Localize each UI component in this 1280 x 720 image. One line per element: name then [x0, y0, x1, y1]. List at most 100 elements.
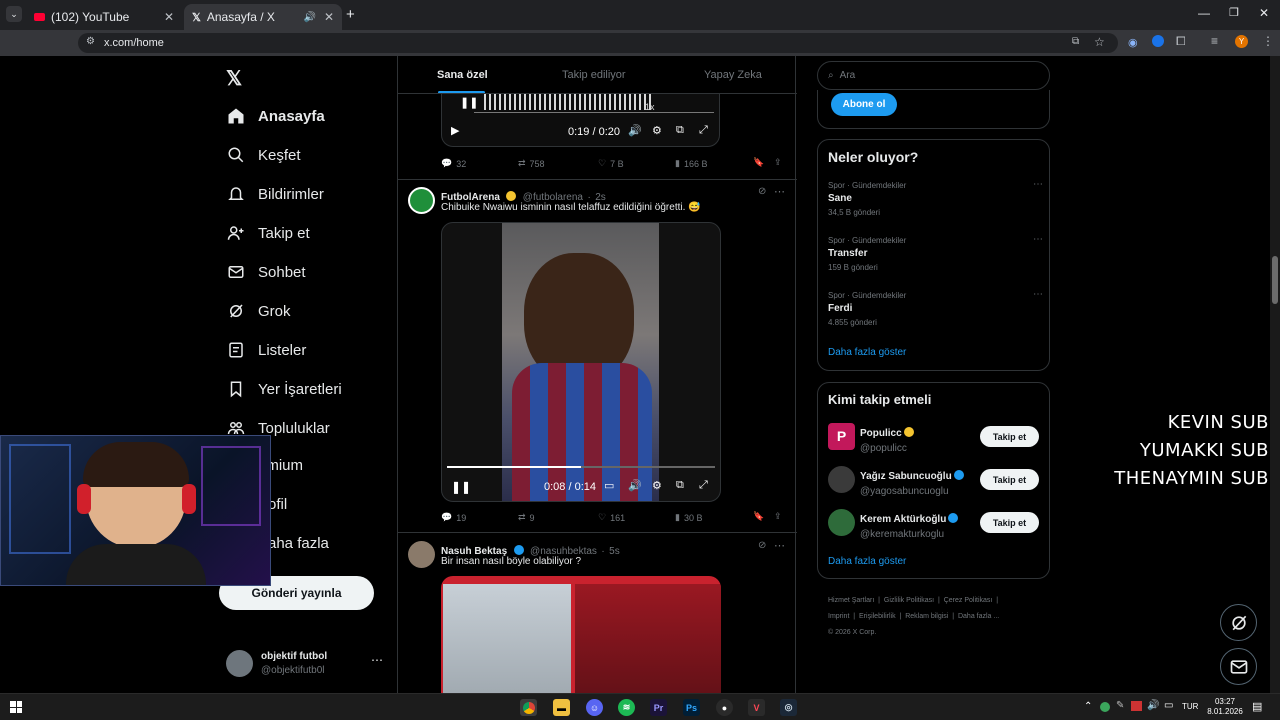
scrollbar-thumb[interactable]	[1272, 256, 1278, 304]
photoshop-icon[interactable]: Ps	[683, 699, 700, 716]
footer-link[interactable]: Daha fazla ...	[958, 613, 999, 620]
valorant-icon[interactable]: V	[748, 699, 765, 716]
audio-player[interactable]: ❚❚ 1x ▶ 0:19 / 0:20 🔊 ⚙ ⧉ ⤢	[441, 94, 720, 147]
media-icon[interactable]: ≡	[1211, 34, 1218, 48]
discord-icon[interactable]: ☺	[586, 699, 603, 716]
extensions-puzzle-icon[interactable]: ⧠	[1176, 34, 1186, 49]
grok-icon[interactable]: ⊘	[758, 186, 766, 197]
minimize-button[interactable]: —	[1198, 6, 1210, 20]
footer-link[interactable]: Imprint	[828, 613, 849, 620]
chrome-icon[interactable]	[520, 699, 537, 716]
volume-icon[interactable]: 🔊	[628, 124, 642, 137]
steam-icon[interactable]: ◎	[780, 699, 797, 716]
nav-follow[interactable]: Takip et	[226, 223, 310, 243]
repost-button[interactable]: ⇄ 758	[518, 158, 545, 169]
tab-search-button[interactable]: ⌄	[6, 6, 22, 22]
share-icon[interactable]: ⇪	[774, 511, 782, 522]
speaker-icon[interactable]: 🔊	[1147, 700, 1159, 711]
share-icon[interactable]: ⇪	[774, 157, 782, 168]
footer-link[interactable]: Erişilebilirlik	[859, 613, 896, 620]
window-close-button[interactable]: ✕	[1259, 6, 1269, 20]
fullscreen-icon[interactable]: ⤢	[699, 124, 708, 137]
trend-item[interactable]: Spor · Gündemdekiler Ferdi 4.855 gönderi…	[828, 289, 1043, 336]
site-info-icon[interactable]: ⚙	[86, 36, 95, 47]
more-dots-icon[interactable]: ⋯	[1033, 179, 1043, 190]
more-dots-icon[interactable]: ⋯	[371, 653, 383, 667]
grok-icon[interactable]: ⊘	[758, 540, 766, 551]
more-dots-icon[interactable]: ⋯	[774, 185, 785, 198]
post-image[interactable]	[441, 576, 721, 693]
avatar[interactable]	[408, 187, 435, 214]
repost-button[interactable]: ⇄ 9	[518, 512, 535, 523]
like-button[interactable]: ♡ 161	[598, 512, 625, 523]
nav-explore[interactable]: Keşfet	[226, 145, 301, 165]
clock[interactable]: 03:27 8.01.2026	[1205, 697, 1245, 717]
notifications-icon[interactable]: ▤	[1252, 700, 1262, 713]
video-progress-track[interactable]	[447, 466, 715, 468]
post-time[interactable]: 5s	[609, 546, 620, 557]
trend-item[interactable]: Spor · Gündemdekiler Sane 34,5 B gönderi…	[828, 179, 1043, 226]
nav-grok[interactable]: Grok	[226, 301, 291, 321]
volume-icon[interactable]: 🔊	[628, 479, 642, 492]
fullscreen-icon[interactable]: ⤢	[699, 479, 708, 492]
new-tab-button[interactable]: +	[346, 6, 355, 23]
footer-link[interactable]: Reklam bilgisi	[905, 613, 948, 620]
account-switcher[interactable]: objektif futbol @objektifutb0l ⋯	[226, 649, 386, 679]
tray-app-icon[interactable]	[1131, 701, 1142, 711]
install-icon[interactable]: ⧉	[1072, 36, 1079, 47]
video-player[interactable]: ❚❚ 0:08 / 0:14 ▭ 🔊 ⚙ ⧉ ⤢	[441, 222, 721, 502]
bookmark-icon[interactable]: 🔖	[753, 511, 764, 522]
address-bar[interactable]: ⚙ x.com/home ⧉ ☆	[78, 33, 1118, 53]
avatar[interactable]: P	[828, 423, 855, 450]
follow-button[interactable]: Takip et	[980, 426, 1039, 447]
views-button[interactable]: ▮ 166 B	[675, 158, 707, 169]
tray-chevron-icon[interactable]: ⌃	[1084, 701, 1092, 712]
extension-icon[interactable]	[1152, 35, 1164, 47]
bookmark-star-icon[interactable]: ☆	[1094, 35, 1105, 49]
views-button[interactable]: ▮ 30 B	[675, 512, 702, 523]
network-icon[interactable]: ▭	[1164, 700, 1173, 711]
reply-button[interactable]: 💬 32	[441, 158, 466, 169]
tray-pen-icon[interactable]: ✎	[1116, 700, 1124, 711]
nav-lists[interactable]: Listeler	[226, 340, 306, 360]
captions-icon[interactable]: ▭	[604, 479, 614, 492]
more-dots-icon[interactable]: ⋯	[1033, 234, 1043, 245]
tab-ai[interactable]: Yapay Zeka	[704, 69, 762, 81]
profile-avatar[interactable]: Y	[1235, 35, 1248, 48]
show-more-link[interactable]: Daha fazla göster	[828, 347, 906, 358]
follow-button[interactable]: Takip et	[980, 469, 1039, 490]
grok-fab[interactable]	[1220, 604, 1257, 641]
follow-suggestion[interactable]: Yağız Sabuncuoğlu @yagosabuncuoglu	[860, 466, 966, 497]
like-button[interactable]: ♡ 7 B	[598, 158, 624, 169]
reply-button[interactable]: 💬 19	[441, 512, 466, 523]
close-icon[interactable]: ✕	[324, 10, 334, 24]
tab-following[interactable]: Takip ediliyor	[562, 69, 626, 81]
extension-icon[interactable]: ◉	[1128, 36, 1138, 49]
search-input[interactable]: ⌕ Ara	[817, 61, 1050, 90]
follow-suggestion[interactable]: Kerem Aktürkoğlu @keremakturkoglu	[860, 509, 960, 540]
more-dots-icon[interactable]: ⋯	[1033, 289, 1043, 300]
avatar[interactable]	[408, 541, 435, 568]
obs-icon[interactable]: ●	[716, 699, 733, 716]
nav-messages[interactable]: Sohbet	[226, 262, 306, 282]
tray-app-icon[interactable]	[1100, 702, 1110, 712]
nav-bookmarks[interactable]: Yer İşaretleri	[226, 379, 342, 399]
messages-fab[interactable]	[1220, 648, 1257, 685]
footer-link[interactable]: Hizmet Şartları	[828, 597, 874, 604]
language-indicator[interactable]: TUR	[1182, 702, 1198, 711]
avatar[interactable]	[828, 466, 855, 493]
nav-more[interactable]: aha fazla	[268, 535, 329, 552]
subscribe-button[interactable]: Abone ol	[831, 93, 897, 116]
pause-icon[interactable]: ❚❚	[451, 480, 471, 494]
settings-icon[interactable]: ⚙	[652, 479, 662, 492]
pip-icon[interactable]: ⧉	[676, 124, 684, 137]
file-explorer-icon[interactable]: ▬	[553, 699, 570, 716]
trend-item[interactable]: Spor · Gündemdekiler Transfer 159 B gönd…	[828, 234, 1043, 281]
avatar[interactable]	[828, 509, 855, 536]
bookmark-icon[interactable]: 🔖	[753, 157, 764, 168]
premiere-icon[interactable]: Pr	[650, 699, 667, 716]
tab-youtube[interactable]: (102) YouTube ✕	[26, 4, 182, 30]
settings-icon[interactable]: ⚙	[652, 124, 662, 137]
pause-icon[interactable]: ❚❚	[460, 96, 478, 109]
scrollbar[interactable]	[1270, 56, 1280, 693]
